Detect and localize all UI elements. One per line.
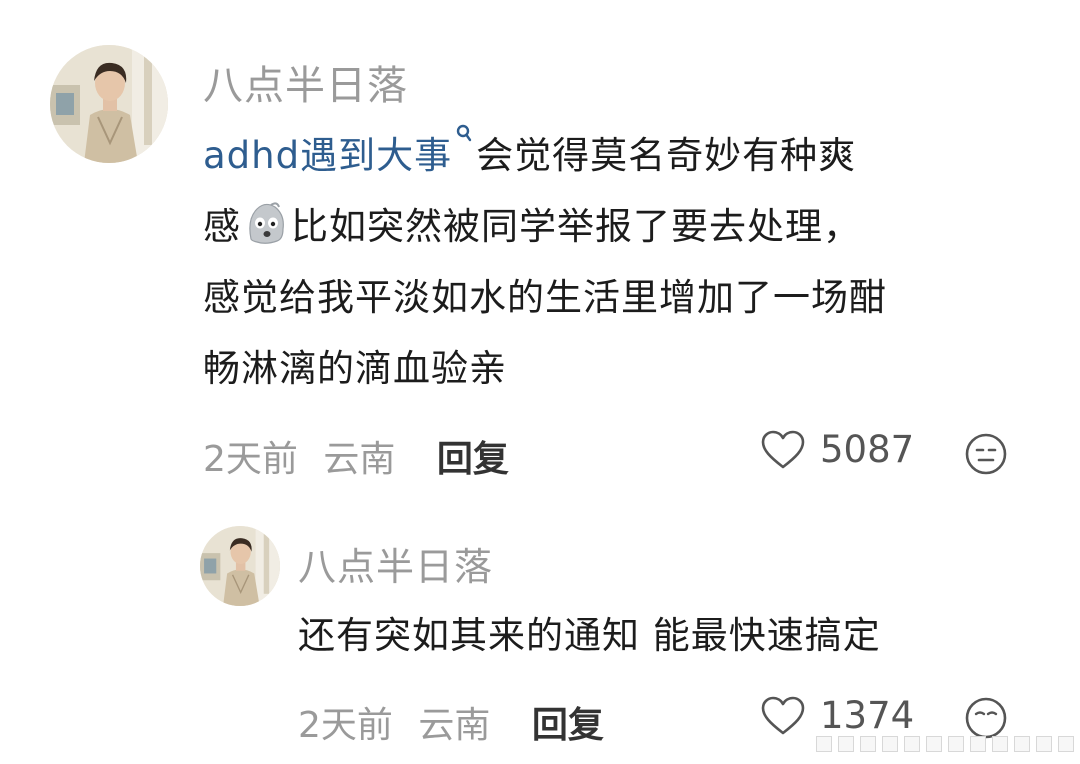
text-line-2: 感 比如突然被同学举报了要去处理， bbox=[203, 191, 1043, 262]
comment-2: 八点半日落 还有突如其来的通知 能最快速搞定 2天前 云南 回复 1374 bbox=[0, 500, 1080, 764]
avatar[interactable] bbox=[50, 45, 168, 163]
text-segment: 会觉得莫名奇妙有种爽 bbox=[476, 134, 857, 177]
text-line-1: adhd遇到大事 会觉得莫名奇妙有种爽 bbox=[203, 120, 1043, 191]
comment-meta: 2天前 云南 回复 bbox=[203, 430, 509, 482]
like-button[interactable]: 5087 bbox=[760, 428, 914, 471]
like-button[interactable]: 1374 bbox=[760, 694, 914, 737]
avatar-portrait bbox=[200, 526, 280, 606]
comment-1: 八点半日落 adhd遇到大事 会觉得莫名奇妙有种爽 感 比如突然被同学举报了要去处… bbox=[0, 0, 1080, 500]
search-topic-icon bbox=[452, 120, 476, 160]
avatar-portrait bbox=[50, 45, 168, 163]
text-segment: 比如突然被同学举报了要去处理， bbox=[291, 205, 861, 248]
username[interactable]: 八点半日落 bbox=[203, 53, 408, 111]
comment-text: adhd遇到大事 会觉得莫名奇妙有种爽 感 比如突然被同学举报了要去处理， 感觉给… bbox=[203, 120, 1043, 404]
heart-icon bbox=[761, 430, 805, 468]
ghost-face-emoji bbox=[249, 202, 284, 244]
like-count: 1374 bbox=[820, 694, 915, 737]
comment-meta: 2天前 云南 回复 bbox=[298, 696, 604, 748]
topic-label: adhd遇到大事 bbox=[203, 134, 453, 177]
text-line-4: 畅淋漓的滴血验亲 bbox=[203, 347, 507, 390]
heart-icon bbox=[761, 696, 805, 734]
face-reaction-icon[interactable] bbox=[964, 432, 1008, 476]
topic-link[interactable]: adhd遇到大事 bbox=[203, 124, 476, 177]
timestamp: 2天前 bbox=[298, 705, 393, 746]
text-line-3: 感觉给我平淡如水的生活里增加了一场酣 bbox=[203, 276, 887, 319]
like-count: 5087 bbox=[820, 428, 915, 471]
reply-button[interactable]: 回复 bbox=[532, 696, 604, 748]
location: 云南 bbox=[418, 705, 491, 746]
watermark-strip bbox=[816, 736, 1080, 764]
reply-button[interactable]: 回复 bbox=[437, 430, 509, 482]
avatar[interactable] bbox=[200, 526, 280, 606]
comment-text: 还有突如其来的通知 能最快速搞定 bbox=[298, 614, 881, 657]
face-reaction-icon[interactable] bbox=[964, 696, 1008, 740]
timestamp: 2天前 bbox=[203, 439, 298, 480]
location: 云南 bbox=[323, 439, 396, 480]
username[interactable]: 八点半日落 bbox=[298, 536, 493, 591]
text-segment: 感 bbox=[203, 205, 241, 248]
